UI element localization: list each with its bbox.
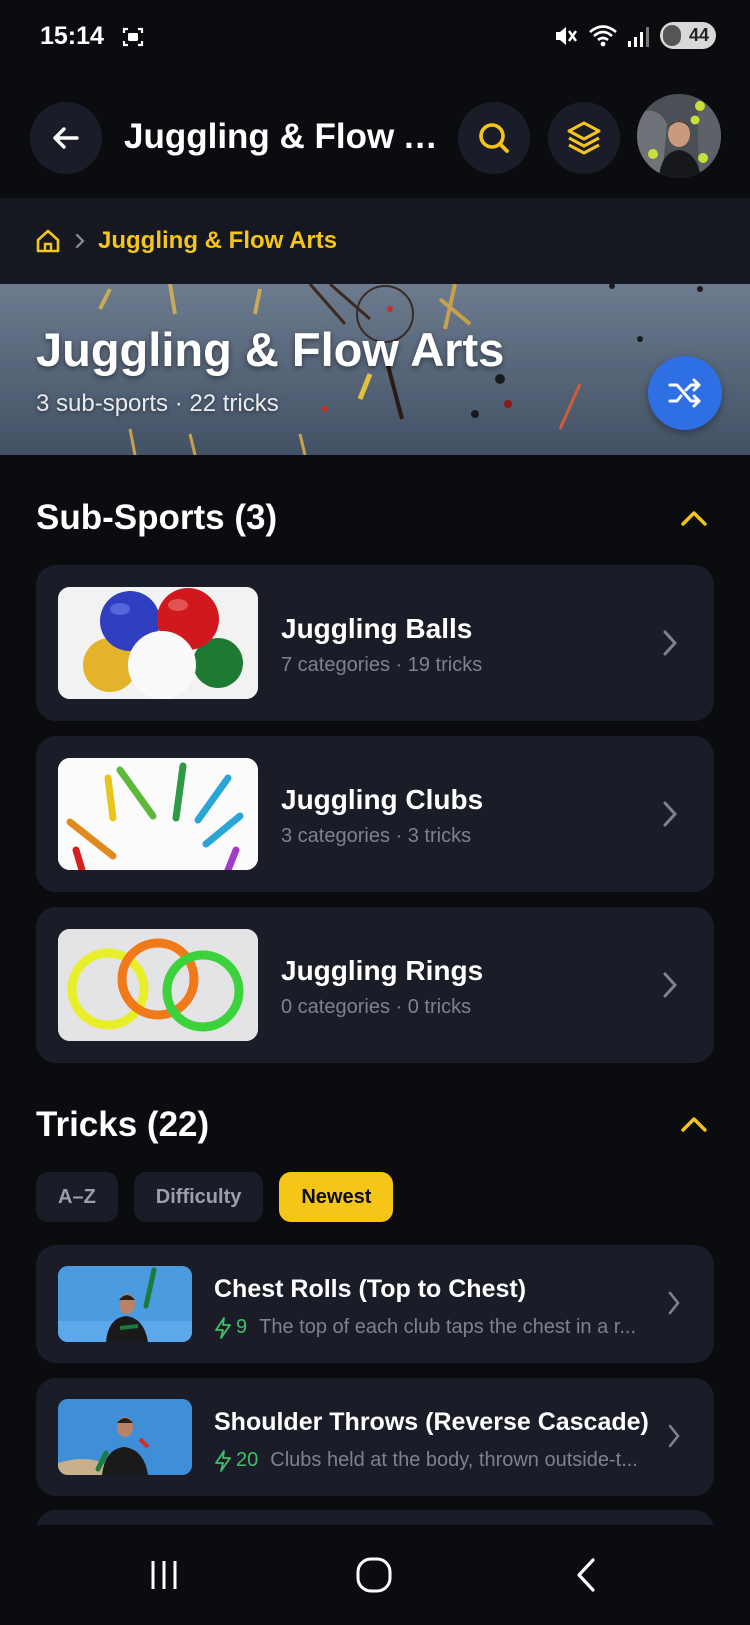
- chevron-right-icon: [663, 972, 678, 998]
- trick-meta: 20 Clubs held at the body, thrown outsid…: [214, 1449, 654, 1472]
- chevron-up-icon: [681, 1117, 707, 1132]
- trick-points: 20: [214, 1449, 258, 1472]
- battery-indicator: 44: [660, 22, 716, 49]
- recent-apps-icon: [151, 1561, 177, 1589]
- layers-button[interactable]: [548, 102, 620, 174]
- chevron-up-icon: [681, 511, 707, 526]
- status-bar: 15:14 44: [0, 0, 750, 80]
- tricks-collapse-button[interactable]: [676, 1106, 712, 1142]
- shuffle-icon: [668, 378, 701, 408]
- wifi-icon: [589, 24, 617, 46]
- nav-back-button[interactable]: [556, 1553, 616, 1597]
- status-icons: 44: [553, 22, 716, 49]
- trick-points: 9: [214, 1316, 247, 1339]
- breadcrumb-current: Juggling & Flow Arts: [98, 227, 338, 254]
- hero-banner: Juggling & Flow Arts 3 sub-sports · 22 t…: [0, 284, 750, 455]
- sub-sport-stats: 3 categories · 3 tricks: [281, 825, 472, 847]
- sort-chip-newest[interactable]: Newest: [279, 1172, 394, 1222]
- bolt-icon: [215, 1316, 231, 1339]
- home-circle-icon: [356, 1557, 392, 1593]
- chevron-right-icon: [668, 1291, 680, 1315]
- juggling-rings-thumbnail: [58, 929, 258, 1041]
- avatar-image: [637, 94, 721, 178]
- home-button[interactable]: [344, 1553, 404, 1597]
- trick-description: The top of each club taps the chest in a…: [259, 1316, 637, 1338]
- trick-thumbnail: [58, 1266, 192, 1342]
- shuffle-button[interactable]: [648, 356, 722, 430]
- recent-apps-button[interactable]: [134, 1553, 194, 1597]
- breadcrumb: Juggling & Flow Arts: [0, 198, 750, 284]
- trick-points-value: 20: [236, 1449, 259, 1471]
- search-icon: [479, 123, 509, 153]
- sub-sport-card-juggling-rings[interactable]: Juggling Rings 0 categories · 0 tricks: [36, 907, 714, 1063]
- back-button[interactable]: [30, 102, 102, 174]
- sort-filters: A–Z Difficulty Newest: [36, 1172, 394, 1222]
- sub-sports-header: Sub-Sports (3): [36, 498, 278, 537]
- sort-chip-difficulty[interactable]: Difficulty: [133, 1172, 264, 1222]
- trick-thumbnail: [58, 1399, 192, 1475]
- page-title: Juggling & Flow A...: [124, 117, 454, 156]
- chevron-right-icon: [668, 1424, 680, 1448]
- battery-level: 44: [688, 25, 709, 45]
- sub-sport-title: Juggling Rings: [281, 955, 484, 986]
- trick-row[interactable]: Chest Rolls (Top to Chest) 9 The top of …: [36, 1245, 714, 1363]
- layers-icon: [567, 121, 601, 155]
- signal-icon: [628, 26, 649, 47]
- mute-icon: [556, 26, 577, 45]
- status-time: 15:14: [40, 22, 104, 50]
- hero-subtitle: 3 sub-sports · 22 tricks: [36, 390, 279, 417]
- sub-sport-card-juggling-clubs[interactable]: Juggling Clubs 3 categories · 3 tricks: [36, 736, 714, 892]
- hero-title: Juggling & Flow Arts: [36, 323, 505, 376]
- trick-title: Chest Rolls (Top to Chest): [214, 1275, 527, 1303]
- sub-sport-title: Juggling Clubs: [281, 784, 484, 815]
- chevron-right-icon: [663, 801, 678, 827]
- sub-sports-collapse-button[interactable]: [676, 500, 712, 536]
- sub-sport-stats: 7 categories · 19 tricks: [281, 654, 483, 676]
- app-bar: Juggling & Flow A...: [0, 80, 750, 198]
- screen-record-icon: [122, 27, 144, 47]
- trick-points-value: 9: [236, 1316, 248, 1338]
- chevron-right-icon: [75, 233, 85, 249]
- system-nav-bar: [0, 1525, 750, 1625]
- trick-title: Shoulder Throws (Reverse Cascade): [214, 1408, 649, 1436]
- trick-meta: 9 The top of each club taps the chest in…: [214, 1316, 654, 1339]
- sub-sport-title: Juggling Balls: [281, 613, 473, 644]
- sort-chip-a-z[interactable]: A–Z: [36, 1172, 118, 1222]
- home-icon[interactable]: [34, 227, 62, 255]
- chevron-right-icon: [663, 630, 678, 656]
- sub-sport-card-juggling-balls[interactable]: Juggling Balls 7 categories · 19 tricks: [36, 565, 714, 721]
- juggling-clubs-thumbnail: [58, 758, 258, 870]
- avatar[interactable]: [637, 94, 721, 178]
- arrow-left-icon: [53, 127, 79, 149]
- search-button[interactable]: [458, 102, 530, 174]
- juggling-balls-thumbnail: [58, 587, 258, 699]
- bolt-icon: [215, 1449, 231, 1472]
- trick-description: Clubs held at the body, thrown outside-t…: [270, 1449, 638, 1471]
- tricks-header: Tricks (22): [36, 1105, 210, 1144]
- chevron-left-icon: [577, 1558, 595, 1592]
- sub-sport-stats: 0 categories · 0 tricks: [281, 996, 472, 1018]
- trick-row[interactable]: Shoulder Throws (Reverse Cascade) 20 Clu…: [36, 1378, 714, 1496]
